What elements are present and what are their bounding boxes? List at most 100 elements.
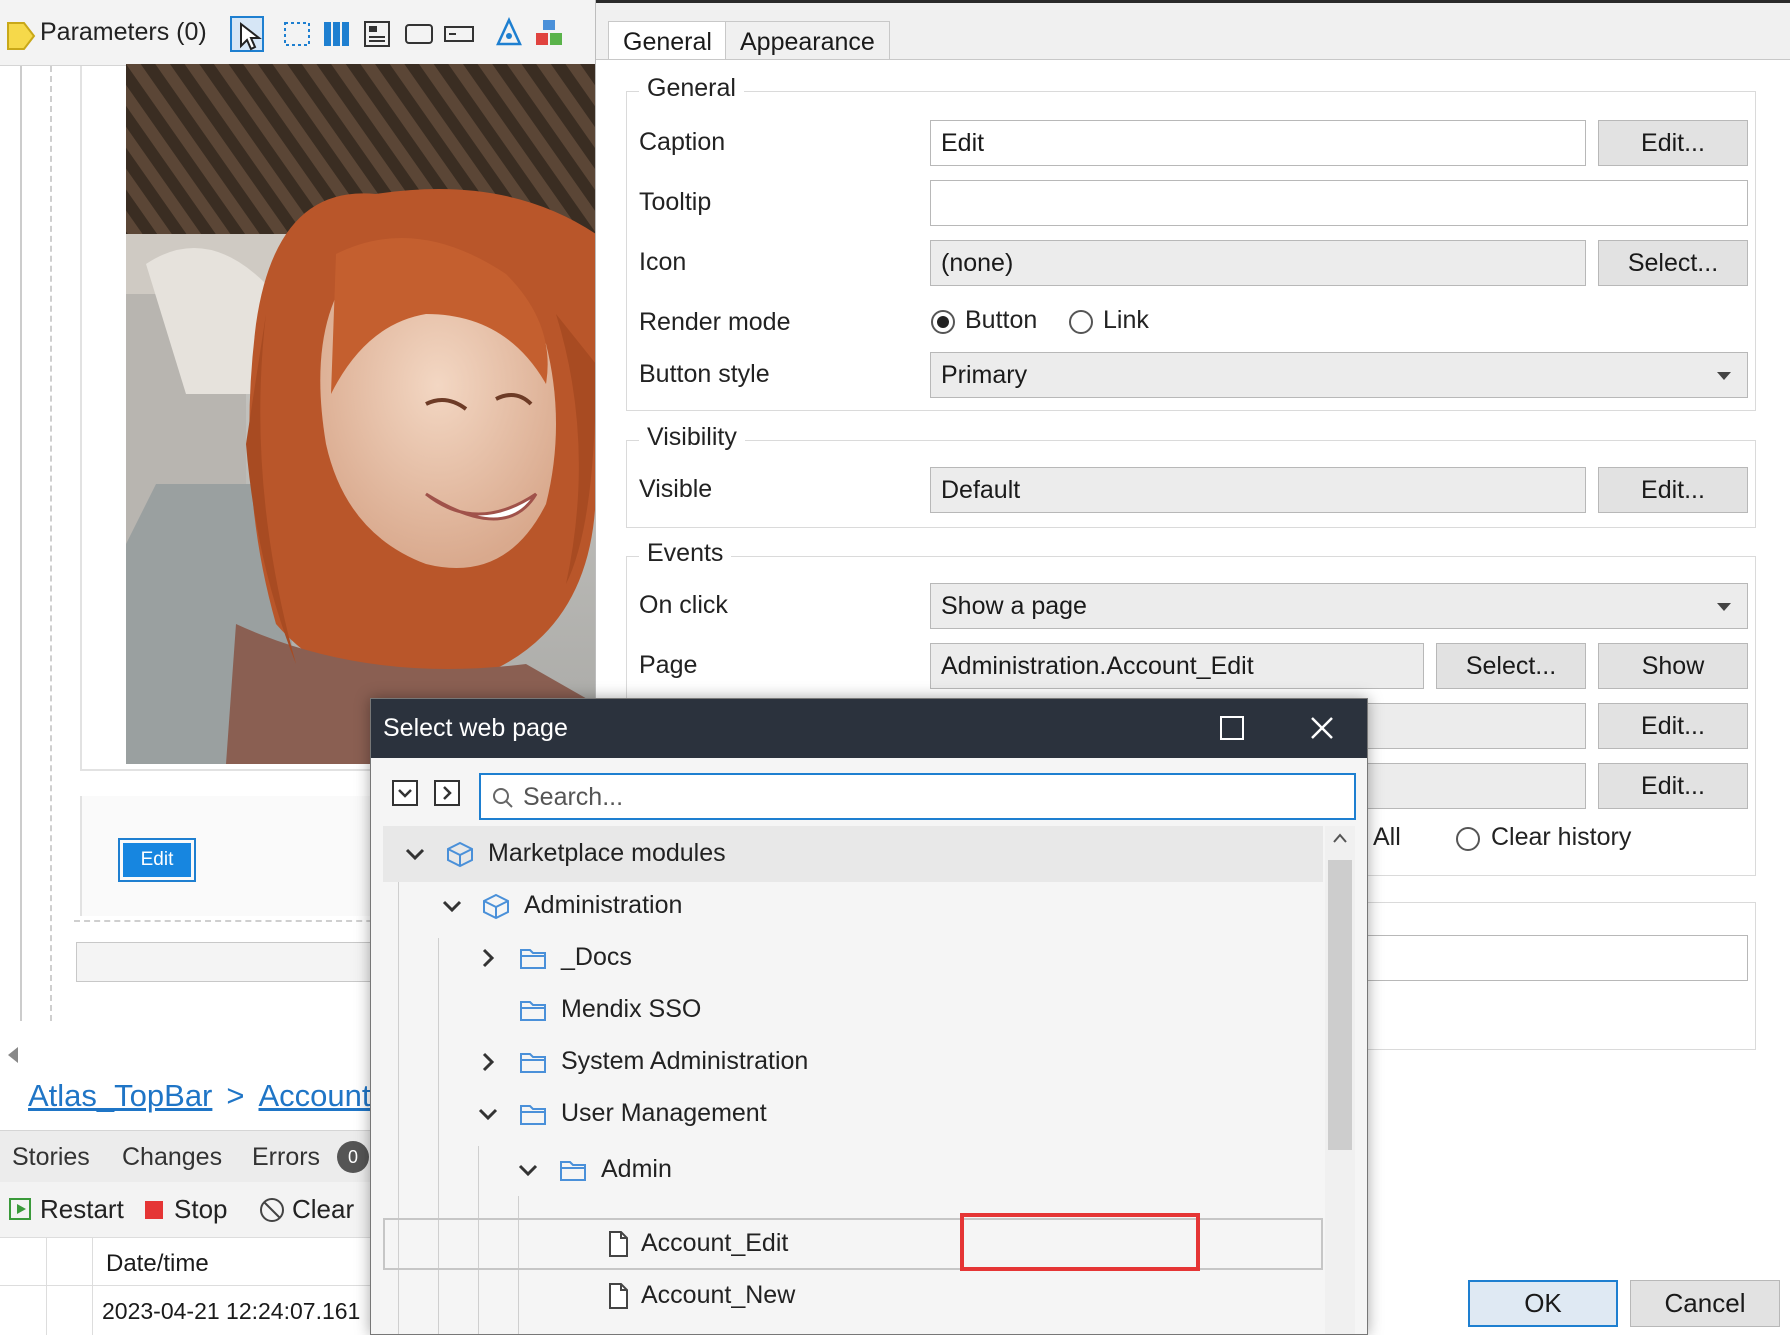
clear-button[interactable]: Clear (292, 1194, 354, 1225)
layout-icon (364, 21, 390, 47)
tree-node-admin[interactable]: Admin (383, 1142, 1323, 1198)
edit-button-preview[interactable]: Edit (118, 838, 196, 882)
button-style-label: Button style (639, 360, 770, 388)
module-icon (447, 841, 473, 868)
search-input[interactable] (523, 783, 1343, 811)
tab-errors[interactable]: Errors (252, 1143, 320, 1172)
stop-icon (145, 1201, 163, 1219)
tree-node-account-new[interactable]: Account_New (383, 1268, 1323, 1324)
pointer-icon (240, 21, 262, 51)
events-group-title: Events (639, 539, 732, 568)
tab-appearance[interactable]: Appearance (725, 21, 890, 63)
render-mode-button-radio[interactable] (931, 310, 955, 334)
pointer-tool-button[interactable] (230, 16, 264, 52)
button-style-value: Primary (941, 361, 1028, 389)
highlight-annotation-box (960, 1213, 1200, 1271)
tooltip-label: Tooltip (639, 188, 712, 216)
collapse-all-icon[interactable] (391, 779, 419, 807)
caption-edit-button[interactable]: Edit... (1598, 120, 1748, 166)
tooltip-field[interactable] (930, 180, 1748, 226)
page-show-button[interactable]: Show (1598, 643, 1748, 689)
tree-node-mendix-sso[interactable]: Mendix SSO (383, 982, 1323, 1038)
breadcrumb: Atlas_TopBar > Account_ (28, 1078, 388, 1114)
icon-select-button[interactable]: Select... (1598, 240, 1748, 286)
tree-node-label: Account_Edit (641, 1229, 789, 1257)
search-box (479, 773, 1356, 820)
tree-node-administration[interactable]: Administration (383, 878, 1323, 934)
folder-icon (520, 1105, 546, 1125)
tab-stories[interactable]: Stories (12, 1143, 90, 1172)
cancel-button[interactable]: Cancel (1630, 1280, 1780, 1327)
button-style-dropdown[interactable]: Primary (930, 352, 1748, 398)
icon-label: Icon (639, 248, 687, 276)
clear-history-radio[interactable] (1456, 827, 1480, 851)
chevron-right-icon[interactable] (476, 1050, 500, 1074)
tree-node-user-management[interactable]: User Management (383, 1086, 1323, 1142)
scroll-thumb[interactable] (1328, 860, 1352, 1150)
clear-history-label[interactable]: Clear history (1491, 823, 1631, 852)
on-click-dropdown[interactable]: Show a page (930, 583, 1748, 629)
select-web-page-dialog: Select web page Marketplace modules Admi… (370, 698, 1368, 1335)
on-click-label: On click (639, 591, 728, 619)
widgets-tool-button[interactable] (532, 16, 566, 52)
design-tool-button[interactable] (492, 16, 526, 52)
parameters-label[interactable]: Parameters (0) (40, 18, 207, 47)
breadcrumb-link-topbar[interactable]: Atlas_TopBar (28, 1078, 212, 1113)
columns-tool-button[interactable] (320, 16, 354, 52)
col-divider (92, 1238, 93, 1286)
chevron-down-icon[interactable] (440, 894, 464, 918)
datetime-column-header[interactable]: Date/time (106, 1250, 209, 1278)
tree-node-docs[interactable]: _Docs (383, 930, 1323, 986)
scroll-left-icon[interactable] (6, 1046, 20, 1064)
restart-button[interactable]: Restart (40, 1194, 124, 1225)
select-box-tool-button[interactable] (280, 16, 314, 52)
log-timestamp: 2023-04-21 12:24:07.161 (102, 1298, 361, 1324)
stop-button[interactable]: Stop (174, 1194, 228, 1225)
page-icon (609, 1231, 628, 1257)
tab-changes[interactable]: Changes (122, 1143, 222, 1172)
dialog-title: Select web page (383, 714, 568, 742)
marquee-icon (284, 22, 310, 46)
chevron-down-icon (1717, 372, 1731, 380)
visibility-group: Visibility Visible Default Edit... (626, 423, 1756, 528)
input-tool-button[interactable] (442, 16, 476, 52)
render-mode-link-radio[interactable] (1069, 310, 1093, 334)
tab-general[interactable]: General (608, 21, 727, 63)
breadcrumb-link-account[interactable]: Account_ (259, 1078, 388, 1113)
container-tool-button[interactable] (402, 16, 436, 52)
render-mode-button-label[interactable]: Button (965, 306, 1037, 335)
tree-node-label: Mendix SSO (561, 995, 702, 1023)
textbox-icon (444, 26, 474, 42)
chevron-right-icon[interactable] (476, 946, 500, 970)
close-icon[interactable] (1307, 713, 1337, 743)
page-select-button[interactable]: Select... (1436, 643, 1586, 689)
visibility-group-title: Visibility (639, 423, 745, 452)
layout-tool-button[interactable] (360, 16, 394, 52)
folder-icon (520, 1053, 546, 1073)
chevron-down-icon[interactable] (516, 1158, 540, 1182)
tree-node-label: System Administration (561, 1047, 809, 1075)
caption-field[interactable]: Edit (930, 120, 1586, 166)
general-group-title: General (639, 74, 744, 103)
tree-scrollbar[interactable] (1325, 826, 1355, 1334)
maximize-icon[interactable] (1220, 716, 1244, 740)
scroll-up-icon[interactable] (1332, 832, 1348, 844)
tree-node-label: Admin (601, 1155, 672, 1183)
render-mode-label: Render mode (639, 308, 791, 336)
page-title-edit-button[interactable]: Edit... (1598, 703, 1748, 749)
page-settings-edit-button[interactable]: Edit... (1598, 763, 1748, 809)
ok-button[interactable]: OK (1468, 1280, 1618, 1327)
visible-edit-button[interactable]: Edit... (1598, 467, 1748, 513)
chevron-down-icon[interactable] (403, 842, 427, 866)
expand-all-icon[interactable] (433, 779, 461, 807)
tree-node-system-administration[interactable]: System Administration (383, 1034, 1323, 1090)
folder-icon (560, 1161, 586, 1181)
chevron-down-icon[interactable] (476, 1102, 500, 1126)
profile-photo (126, 64, 596, 764)
tree-node-marketplace-modules[interactable]: Marketplace modules (383, 826, 1323, 882)
render-mode-link-label[interactable]: Link (1103, 306, 1149, 335)
edit-button-preview-label: Edit (123, 843, 191, 877)
on-click-value: Show a page (941, 592, 1087, 620)
parameters-icon (7, 22, 36, 50)
close-pages-all-label[interactable]: All (1373, 823, 1401, 852)
